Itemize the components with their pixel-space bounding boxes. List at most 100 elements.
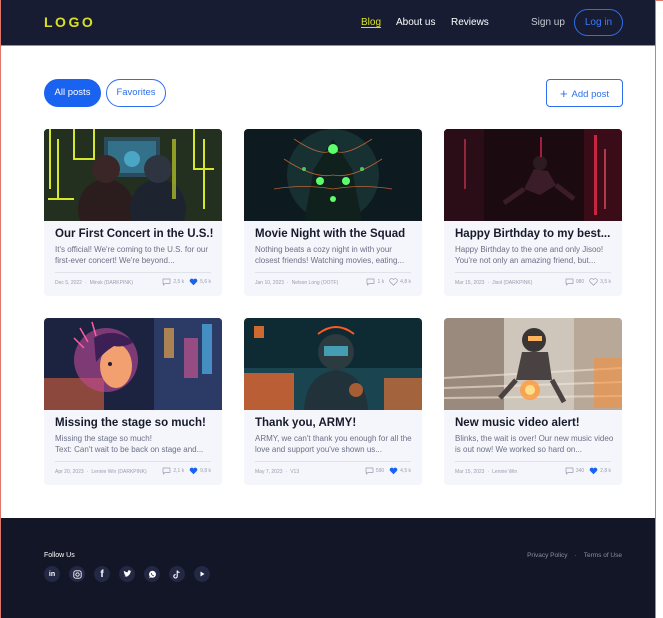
post-author: Nelson Long (OOTF): [291, 280, 339, 286]
post-image[interactable]: [44, 318, 222, 410]
post-excerpt: ARMY, we can't thank you enough for all …: [255, 434, 412, 454]
comments-count: 1 k: [377, 279, 385, 285]
comments-stat[interactable]: 590: [365, 467, 384, 475]
youtube-play-icon[interactable]: [194, 566, 210, 582]
post-title[interactable]: Happy Birthday to my best...: [455, 228, 610, 240]
instagram-icon[interactable]: [69, 566, 85, 582]
post-image[interactable]: [44, 129, 222, 221]
card-divider: [455, 272, 611, 273]
comment-icon: [365, 467, 374, 475]
post-card[interactable]: Our First Concert in the U.S.! It's offi…: [44, 129, 222, 296]
card-divider: [55, 461, 211, 462]
comments-stat[interactable]: 1 k: [366, 278, 384, 286]
comments-count: 980: [575, 279, 585, 285]
log-in-button[interactable]: Log in: [574, 9, 623, 36]
social-links: in f: [44, 566, 219, 582]
nav-link-blog[interactable]: Blog: [361, 17, 381, 28]
likes-stat[interactable]: 5,6 k: [189, 278, 211, 286]
post-meta: Apr 20, 2023 · Lennie Win (DARKPINK): [55, 469, 147, 475]
post-card[interactable]: Movie Night with the Squad Nothing beats…: [244, 129, 422, 296]
heart-filled-icon: [589, 467, 598, 475]
post-stats: 980 3,5 k: [560, 278, 611, 286]
post-excerpt: It's official! We're coming to the U.S. …: [55, 245, 209, 265]
likes-stat[interactable]: 4,8 k: [389, 278, 411, 286]
heart-outline-icon: [589, 278, 598, 286]
post-date: Mar 15, 2023: [455, 280, 485, 286]
post-image[interactable]: [444, 318, 622, 410]
post-date: Jan 10, 2023: [255, 280, 284, 286]
post-card[interactable]: Missing the stage so much! Missing the s…: [44, 318, 222, 485]
post-title[interactable]: Our First Concert in the U.S.!: [55, 228, 213, 240]
post-image[interactable]: [444, 129, 622, 221]
post-stats: 590 4,5 k: [360, 467, 411, 475]
post-stats: 2,1 k 9,8 k: [157, 467, 211, 475]
post-author: Lennie Win (DARKPINK): [91, 469, 147, 475]
comment-icon: [162, 278, 171, 286]
likes-stat[interactable]: 9,8 k: [189, 467, 211, 475]
terms-of-use-link[interactable]: Terms of Use: [584, 552, 622, 559]
sign-up-link[interactable]: Sign up: [531, 17, 565, 28]
post-title[interactable]: Movie Night with the Squad: [255, 228, 405, 240]
post-stats: 1 k 4,8 k: [361, 278, 411, 286]
post-stats: 2,5 k 5,6 k: [157, 278, 211, 286]
post-author: Lennie Win: [492, 469, 518, 475]
post-meta: Mar 15, 2023 · Lennie Win: [455, 469, 518, 475]
post-title[interactable]: New music video alert!: [455, 417, 580, 429]
follow-us-label: Follow Us: [44, 552, 75, 559]
plus-icon: +: [559, 86, 568, 101]
likes-count: 5,6 k: [200, 279, 211, 285]
post-date: Apr 20, 2023: [55, 469, 84, 475]
twitter-icon[interactable]: [119, 566, 135, 582]
footer-links: Privacy Policy · Terms of Use: [527, 552, 622, 559]
tiktok-icon[interactable]: [169, 566, 185, 582]
comments-stat[interactable]: 2,5 k: [162, 278, 184, 286]
post-excerpt: Happy Birthday to the one and only Jisoo…: [455, 245, 604, 265]
post-title[interactable]: Thank you, ARMY!: [255, 417, 356, 429]
post-date: Dec 5, 2022: [55, 280, 82, 286]
likes-count: 4,8 k: [400, 279, 411, 285]
facebook-icon[interactable]: f: [94, 566, 110, 582]
top-navigation-bar: LOGO Blog About us Reviews Sign up Log i…: [0, 0, 655, 46]
likes-count: 9,8 k: [200, 468, 211, 474]
likes-stat[interactable]: 4,5 k: [389, 467, 411, 475]
heart-filled-icon: [389, 467, 398, 475]
comments-count: 2,1 k: [173, 468, 185, 474]
comment-icon: [565, 467, 574, 475]
filter-all-posts-button[interactable]: All posts: [44, 79, 101, 107]
likes-stat[interactable]: 2,8 k: [589, 467, 611, 475]
post-date: Mar 15, 2023: [455, 469, 485, 475]
post-excerpt: Missing the stage so much! Text: Can't w…: [55, 434, 204, 454]
heart-filled-icon: [189, 278, 198, 286]
nav-link-about-us[interactable]: About us: [396, 17, 435, 28]
comments-count: 2,5 k: [173, 279, 185, 285]
add-post-button[interactable]: + Add post: [546, 79, 623, 107]
post-meta: Jan 10, 2023 · Nelson Long (OOTF): [255, 280, 339, 286]
card-divider: [255, 272, 411, 273]
post-author: Minsk (DARKPINK): [89, 280, 133, 286]
post-excerpt: Nothing beats a cozy night in with your …: [255, 245, 405, 265]
post-meta: Mar 15, 2023 · Jisol (DARKPINK): [455, 280, 533, 286]
post-image[interactable]: [244, 318, 422, 410]
card-divider: [55, 272, 211, 273]
post-title[interactable]: Missing the stage so much!: [55, 417, 206, 429]
frame-border-right: [655, 0, 656, 618]
heart-outline-icon: [389, 278, 398, 286]
post-meta: May 7, 2023 · V13: [255, 469, 300, 475]
linkedin-icon[interactable]: in: [44, 566, 60, 582]
heart-filled-icon: [189, 467, 198, 475]
privacy-policy-link[interactable]: Privacy Policy: [527, 552, 567, 559]
post-card[interactable]: New music video alert! Blinks, the wait …: [444, 318, 622, 485]
comments-stat[interactable]: 980: [565, 278, 584, 286]
post-card[interactable]: Happy Birthday to my best... Happy Birth…: [444, 129, 622, 296]
nav-link-reviews[interactable]: Reviews: [451, 17, 489, 28]
post-excerpt: Blinks, the wait is over! Our new music …: [455, 434, 614, 454]
post-card[interactable]: Thank you, ARMY! ARMY, we can't thank yo…: [244, 318, 422, 485]
filter-favorites-button[interactable]: Favorites: [106, 79, 166, 107]
post-author: Jisol (DARKPINK): [492, 280, 533, 286]
comments-stat[interactable]: 2,1 k: [162, 467, 184, 475]
post-image[interactable]: [244, 129, 422, 221]
likes-stat[interactable]: 3,5 k: [589, 278, 611, 286]
logo[interactable]: LOGO: [44, 14, 95, 30]
comments-stat[interactable]: 340: [565, 467, 584, 475]
whatsapp-icon[interactable]: [144, 566, 160, 582]
